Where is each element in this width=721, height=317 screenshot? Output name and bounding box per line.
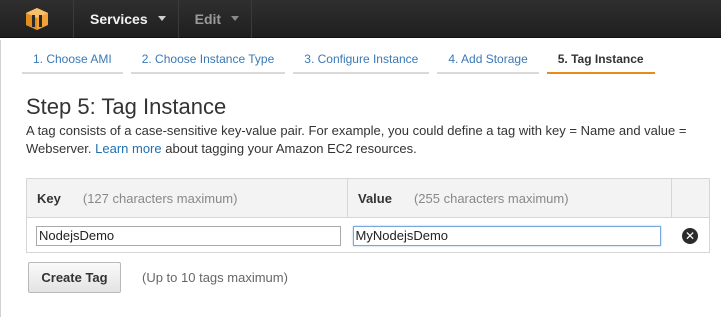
chevron-down-icon [157, 16, 166, 21]
value-cell [348, 225, 672, 246]
create-tag-hint: (Up to 10 tags maximum) [142, 270, 288, 285]
tag-value-input[interactable] [352, 225, 661, 246]
content-left-border [0, 40, 1, 317]
tag-table-header: Key (127 characters maximum) Value (255 … [27, 178, 709, 218]
chevron-down-icon [231, 16, 240, 21]
key-header-label: Key [37, 190, 61, 206]
create-tag-button[interactable]: Create Tag [28, 262, 121, 293]
services-menu[interactable]: Services [74, 0, 179, 38]
value-column-header: Value (255 characters maximum) [348, 178, 672, 218]
tag-table: Key (127 characters maximum) Value (255 … [26, 178, 710, 253]
wizard-step-add-storage[interactable]: 4. Add Storage [437, 50, 539, 74]
value-header-hint: (255 characters maximum) [413, 190, 569, 206]
key-header-hint: (127 characters maximum) [82, 190, 238, 206]
wizard-step-configure-instance[interactable]: 3. Configure Instance [293, 50, 430, 74]
wizard-steps: 1. Choose AMI 2. Choose Instance Type 3.… [22, 50, 663, 76]
edit-menu[interactable]: Edit [179, 0, 253, 38]
table-row: ✕ [27, 218, 709, 253]
description-text-tail: about tagging your Amazon EC2 resources. [165, 141, 417, 156]
key-column-header: Key (127 characters maximum) [27, 178, 348, 218]
page-description: A tag consists of a case-sensitive key-v… [26, 122, 706, 158]
top-navigation-bar: Services Edit [0, 0, 721, 38]
wizard-step-choose-ami[interactable]: 1. Choose AMI [22, 50, 123, 74]
services-menu-label: Services [90, 10, 148, 27]
value-header-label: Value [358, 190, 392, 206]
key-cell [27, 225, 348, 246]
aws-cube-icon [25, 7, 48, 30]
tag-key-input[interactable] [36, 225, 341, 246]
edit-menu-label: Edit [194, 10, 222, 27]
wizard-step-choose-instance-type[interactable]: 2. Choose Instance Type [130, 50, 286, 74]
aws-logo[interactable] [0, 0, 74, 38]
close-icon[interactable]: ✕ [682, 227, 699, 244]
remove-cell: ✕ [671, 227, 709, 244]
learn-more-link[interactable]: Learn more [95, 141, 161, 156]
wizard-step-tag-instance[interactable]: 5. Tag Instance [546, 50, 655, 74]
page-title: Step 5: Tag Instance [26, 94, 227, 119]
